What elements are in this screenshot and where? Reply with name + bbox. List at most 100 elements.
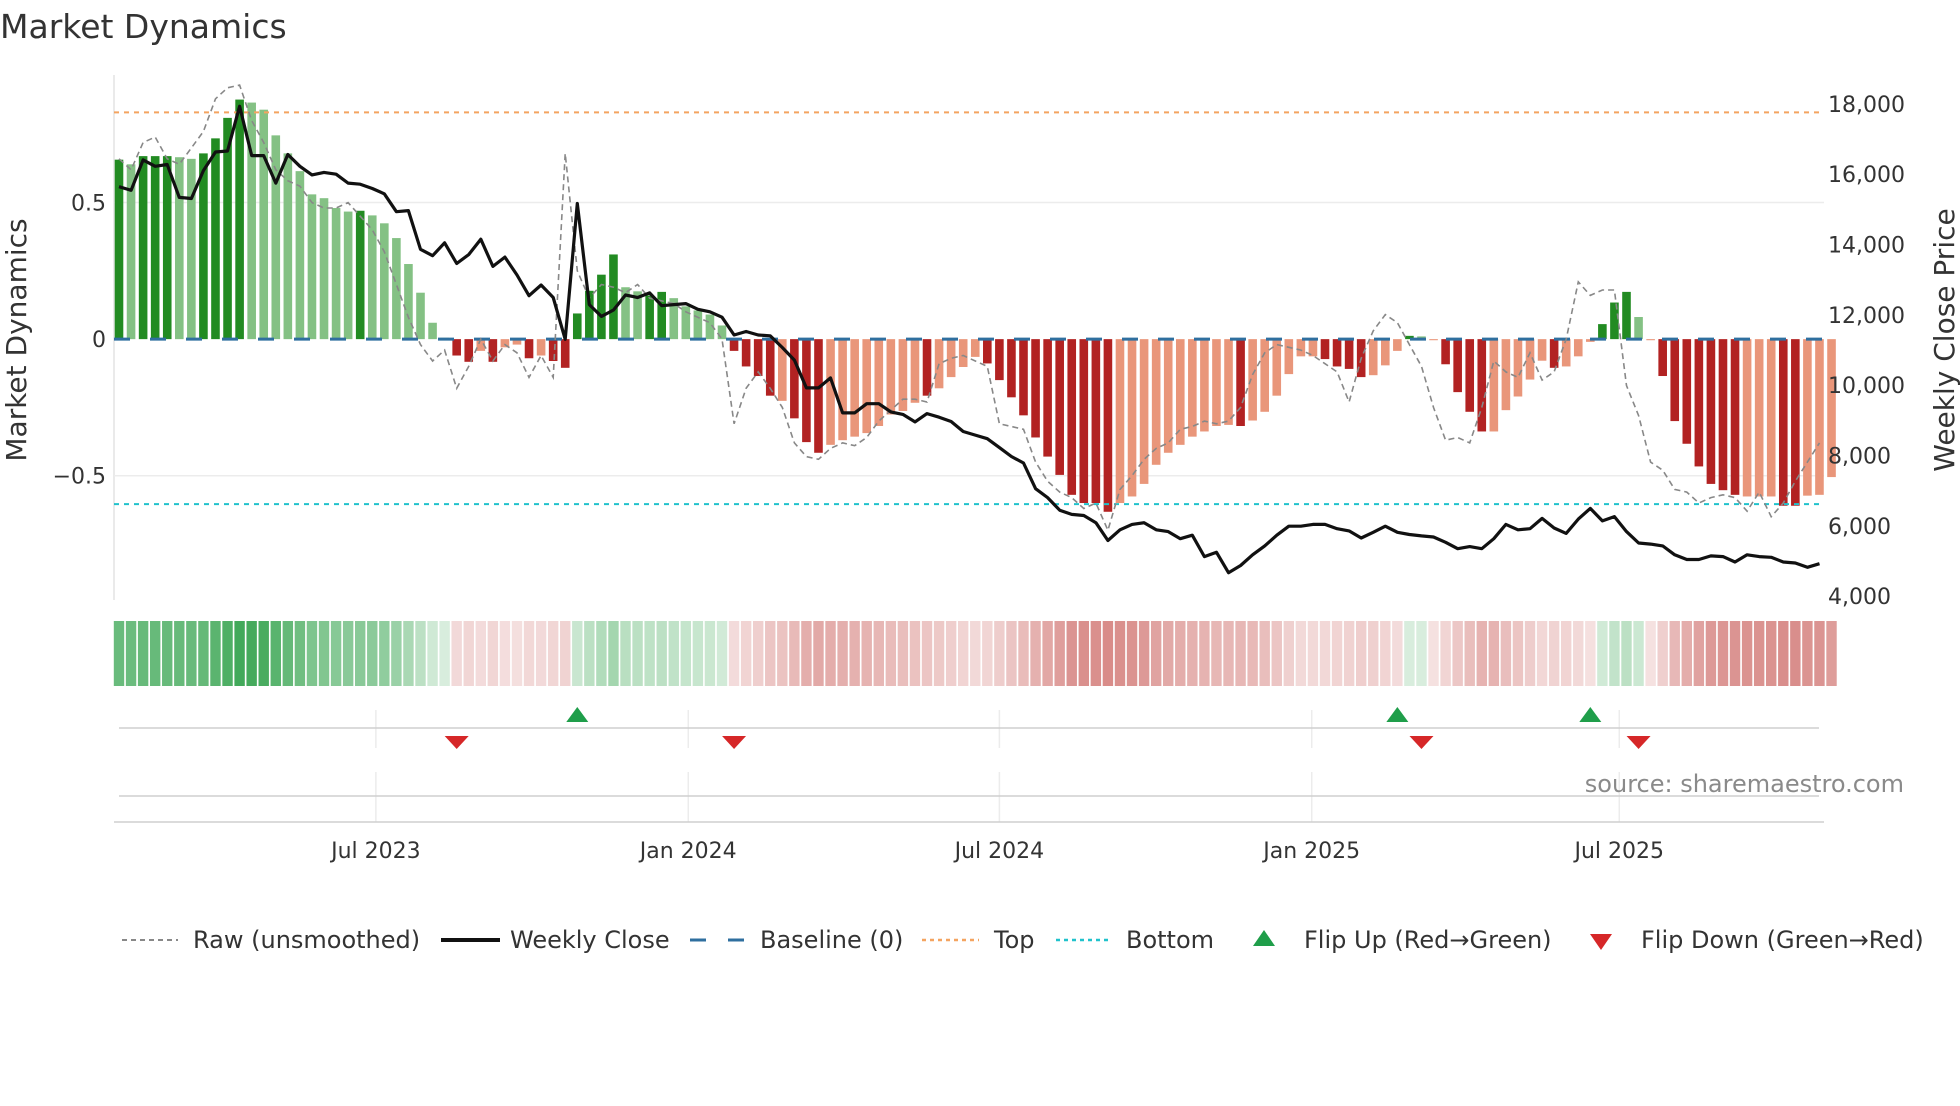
legend-top-label: Top [993,926,1035,954]
heat-strip-cell [1355,621,1367,686]
source-credit: source: sharemaestro.com [1585,770,1904,798]
heat-strip-cell [1283,621,1295,686]
momentum-bar [1598,324,1607,340]
flip-down-marker [1626,736,1651,749]
heat-strip-cell [1633,621,1644,686]
heat-strip-cell [1573,621,1584,686]
heat-strip-cell [1392,621,1403,686]
left-axis-ticks: 0.5 0 −0.5 [53,192,106,490]
momentum-bar [970,339,980,357]
momentum-bar [910,339,920,403]
flip-markers-panel [114,707,1824,823]
momentum-bar [319,198,329,340]
left-tick-label: 0.5 [71,192,106,217]
momentum-bar [175,157,184,340]
momentum-bar [717,325,727,340]
heat-strip-cell [1741,621,1753,686]
momentum-bar [753,339,763,377]
heat-strip-cell [439,621,450,686]
momentum-bar [1706,339,1716,484]
heat-strip-cell [1271,621,1282,686]
momentum-bar [1393,339,1402,351]
momentum-bar [1501,339,1511,411]
heat-strip-cell [1368,621,1379,686]
heat-strip-cell [1235,621,1246,686]
chart-title: Market Dynamics [0,7,287,46]
heat-strip-cell [692,621,704,686]
momentum-bar [211,138,220,340]
left-tick-label: 0 [92,328,106,353]
x-tick-label: Jan 2025 [1261,839,1360,864]
heat-strip-cell [294,621,306,686]
heat-strip-cell [801,621,812,686]
momentum-bar [1151,339,1161,465]
momentum-bar [1670,339,1680,422]
momentum-bar [958,339,968,367]
heat-strip-cell [1778,621,1789,686]
right-axis-label: Weekly Close Price [1928,208,1960,471]
momentum-bar [1224,339,1233,425]
momentum-bar [1103,339,1113,512]
momentum-bar [1561,339,1571,367]
momentum-bar [1067,339,1077,495]
market-dynamics-chart: Market Dynamics 0.5 0 −0.5 4,000 6,000 8,000… [0,7,1960,954]
heat-strip-cell [1163,621,1174,686]
momentum-bar [343,211,353,340]
momentum-bar [1682,339,1692,444]
heat-strip-cell [1428,621,1439,686]
momentum-bar [536,339,546,356]
heat-strip-cell [367,621,378,686]
heat-strip-cell [596,621,607,686]
heat-strip-cell [994,621,1005,686]
momentum-bar [392,238,401,340]
heat-strip-cell [1476,621,1487,686]
heat-strip-cell [1090,621,1102,686]
momentum-bar [1646,339,1655,341]
heat-strip-cell [1597,621,1608,686]
heat-strip-cell [1548,621,1560,686]
heat-strip-cell [849,621,860,686]
heat-strip-cell [728,621,740,686]
momentum-bar [1791,339,1800,506]
momentum-bar [524,339,534,359]
heat-strip-cell [752,621,764,686]
heat-strip-cell [1054,621,1065,686]
momentum-bar [1296,339,1306,357]
momentum-bar [560,339,570,368]
heat-strip-cell [355,621,366,686]
momentum-bar [488,339,498,362]
heat-strip-cell [1681,621,1692,686]
heat-strip-cell [1319,621,1331,686]
heat-strip-cell [1488,621,1500,686]
momentum-bar [1163,339,1173,453]
heat-strip-cell [137,621,149,686]
heat-strip-cell [560,621,571,686]
heat-strip-cell [198,621,209,686]
momentum-bar [295,171,305,340]
heat-strip-cell [1669,621,1680,686]
momentum-bar [1730,339,1740,495]
momentum-bar [452,339,461,356]
heat-strip-cell [668,621,679,686]
momentum-bar [572,313,582,340]
heat-strip-cell [933,621,945,686]
right-tick-label: 10,000 [1828,374,1905,399]
heat-strip-cell [825,621,836,686]
momentum-bar [138,156,148,340]
momentum-bar [1489,339,1499,432]
heat-strip-cell [1295,621,1307,686]
heat-strip-cell [162,621,173,686]
momentum-bar [934,339,944,389]
heat-strip-cell [1536,621,1548,686]
heat-strip-cell [716,621,728,686]
momentum-bar [1344,339,1354,369]
momentum-bar [1019,339,1028,416]
momentum-bar [850,339,859,437]
heat-strip-cell [1753,621,1765,686]
momentum-bar [1754,339,1764,497]
momentum-bar [922,339,932,396]
flip-down-marker [1409,736,1434,749]
heat-strip-cell [222,621,233,686]
x-tick-label: Jul 2024 [953,839,1045,864]
left-axis-label: Market Dynamics [0,218,33,461]
